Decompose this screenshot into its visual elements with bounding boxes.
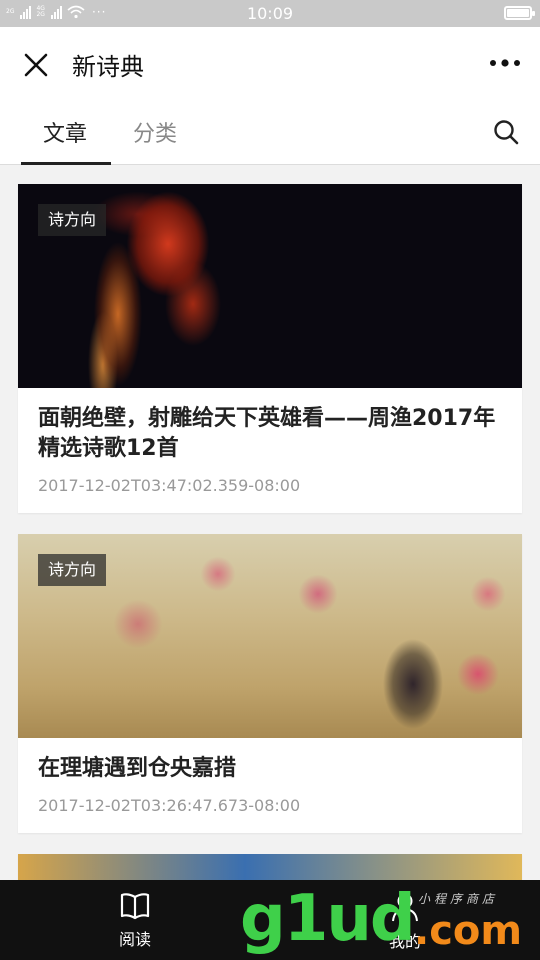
nav-read[interactable]: 阅读 <box>100 892 170 950</box>
nav-mine[interactable]: 我的 <box>370 892 440 952</box>
bottom-nav: 阅读 我的 <box>0 880 540 960</box>
category-badge: 诗方向 <box>38 554 107 586</box>
status-time: 10:09 <box>246 4 294 23</box>
active-tab-indicator <box>21 162 111 165</box>
status-bar: 2G 4G 2G ··· 10:09 <box>0 0 540 27</box>
article-card[interactable] <box>18 854 522 880</box>
close-icon[interactable] <box>22 51 50 79</box>
article-title: 在理塘遇到仓央嘉措 <box>38 756 237 781</box>
title-bar: 新诗典 <box>0 27 540 100</box>
user-icon <box>392 893 418 922</box>
article-timestamp: 2017-12-02T03:26:47.673-08:00 <box>38 796 301 815</box>
more-icon[interactable] <box>488 53 522 73</box>
page-title: 新诗典 <box>72 53 144 81</box>
article-feed: 诗方向 面朝绝壁，射雕给天下英雄看——周渔2017年精选诗歌12首 2017-1… <box>0 166 540 880</box>
search-icon[interactable] <box>492 118 520 146</box>
category-badge: 诗方向 <box>38 204 107 236</box>
article-cover-image: 诗方向 <box>18 534 522 738</box>
tab-categories[interactable]: 分类 <box>133 116 177 148</box>
nav-read-label: 阅读 <box>118 930 151 949</box>
article-timestamp: 2017-12-02T03:47:02.359-08:00 <box>38 476 301 495</box>
tab-bar: 文章 分类 <box>0 100 540 165</box>
tab-articles[interactable]: 文章 <box>43 116 87 148</box>
book-icon <box>120 893 150 920</box>
article-cover-image: 诗方向 <box>18 184 522 388</box>
article-card[interactable]: 诗方向 在理塘遇到仓央嘉措 2017-12-02T03:26:47.673-08… <box>18 534 522 833</box>
battery-icon <box>504 6 535 20</box>
article-title: 面朝绝壁，射雕给天下英雄看——周渔2017年精选诗歌12首 <box>38 406 496 461</box>
nav-mine-label: 我的 <box>388 932 421 951</box>
article-card[interactable]: 诗方向 面朝绝壁，射雕给天下英雄看——周渔2017年精选诗歌12首 2017-1… <box>18 184 522 513</box>
article-cover-image <box>18 854 522 880</box>
